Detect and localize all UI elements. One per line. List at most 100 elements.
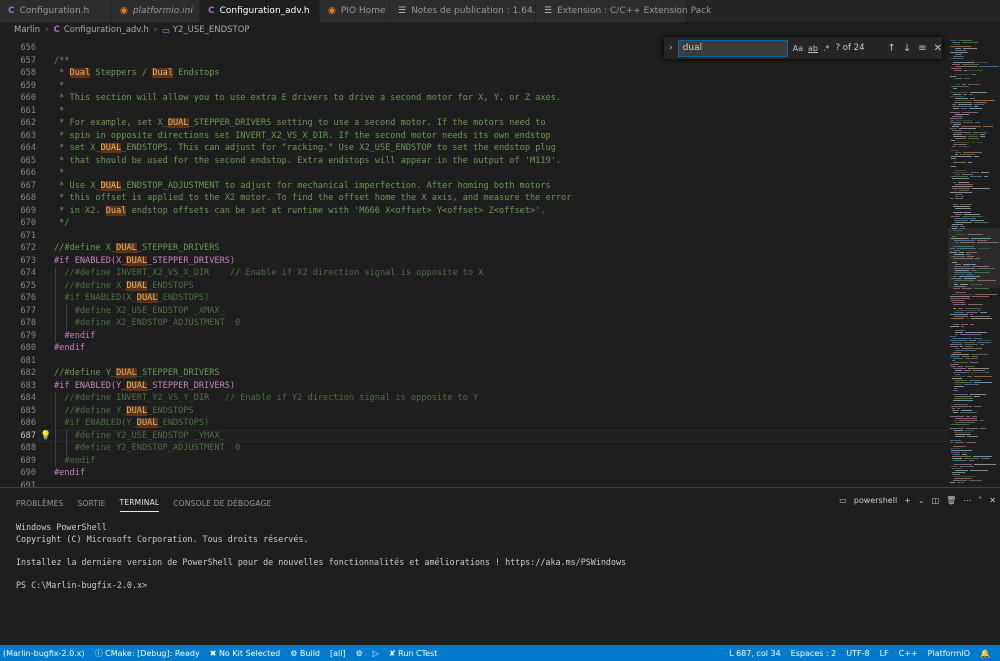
find-input[interactable] bbox=[677, 39, 788, 57]
line-number: 672 bbox=[20, 243, 36, 253]
breadcrumb-symbol[interactable]: Y2_USE_ENDSTOP bbox=[173, 25, 250, 35]
minimap-line bbox=[953, 394, 968, 395]
minimap-line bbox=[966, 318, 969, 319]
status-right-item-3[interactable]: LF bbox=[880, 649, 889, 658]
status-right-item-5[interactable]: PlatformIO bbox=[928, 649, 970, 658]
tab-1[interactable]: ◉ platformio.ini bbox=[112, 0, 200, 22]
minimap-line bbox=[955, 270, 969, 271]
panel-tab-1[interactable]: SORTIE bbox=[77, 495, 105, 512]
minimap-line bbox=[974, 156, 979, 157]
minimap-line bbox=[971, 238, 991, 239]
arrow-down-icon[interactable]: ↓ bbox=[903, 43, 911, 54]
line-number: 659 bbox=[20, 80, 36, 91]
chevron-up-icon[interactable]: ˄ bbox=[978, 496, 982, 505]
minimap-line bbox=[964, 370, 971, 371]
tab-5[interactable]: ☰ Extension : C/C++ Extension Pack bbox=[536, 0, 711, 22]
more-actions-icon[interactable]: ⋯ bbox=[963, 496, 971, 505]
line-number: 664 bbox=[20, 143, 36, 153]
panel-tab-2[interactable]: TERMINAL bbox=[119, 494, 160, 512]
use-regex-button[interactable]: .* bbox=[823, 44, 830, 53]
code-text: #endif bbox=[54, 455, 96, 466]
minimap-line bbox=[950, 122, 961, 123]
status-left-item-2[interactable]: ✖ No Kit Selected bbox=[210, 649, 281, 658]
minimap-line bbox=[953, 476, 975, 477]
minimap-line bbox=[951, 86, 969, 87]
minimap-line bbox=[953, 308, 956, 309]
status-left-item-5[interactable]: ⚙ bbox=[356, 649, 363, 658]
terminal-shell-name[interactable]: powershell bbox=[854, 496, 897, 505]
minimap-line bbox=[953, 212, 971, 213]
arrow-up-icon[interactable]: ↑ bbox=[887, 43, 895, 54]
tab-2[interactable]: CConfiguration_adv.h✕ bbox=[200, 0, 332, 22]
code-text: * Use X_DUAL_ENDSTOP_ADJUSTMENT to adjus… bbox=[54, 180, 551, 191]
minimap-line bbox=[955, 174, 960, 175]
status-right-item-0[interactable]: L 687, col 34 bbox=[729, 649, 781, 658]
tab-4[interactable]: ☰ Notes de publication : 1.64.0 bbox=[390, 0, 541, 22]
minimap-line bbox=[950, 356, 960, 357]
minimap-line bbox=[958, 308, 963, 309]
panel-tab-3[interactable]: CONSOLE DE DÉBOGAGE bbox=[173, 495, 271, 512]
find-match-count: ? of 24 bbox=[835, 43, 865, 53]
status-right-item-1[interactable]: Espaces : 2 bbox=[791, 649, 837, 658]
tab-0[interactable]: C Configuration.h bbox=[0, 0, 112, 22]
bottom-panel: PROBLÈMES SORTIE TERMINAL CONSOLE DE DÉBOGA… bbox=[0, 487, 1000, 646]
breadcrumb-folder[interactable]: Marlin bbox=[14, 25, 40, 35]
minimap-line bbox=[954, 386, 964, 387]
split-terminal-icon[interactable]: ◫ bbox=[932, 496, 940, 505]
match-case-button[interactable]: Aa bbox=[793, 44, 803, 53]
minimap-line bbox=[974, 464, 996, 465]
minimap-line bbox=[981, 458, 990, 459]
minimap-line bbox=[970, 324, 974, 325]
status-left-item-7[interactable]: ✘ Run CTest bbox=[389, 649, 437, 658]
search-match: Dual bbox=[69, 68, 91, 78]
lightbulb-icon[interactable]: 💡 bbox=[40, 430, 51, 443]
code-editor[interactable]: 656 657/** 658 * Dual Steppers / Dual Ends… bbox=[0, 38, 948, 487]
chevron-right-icon: › bbox=[153, 25, 158, 35]
toggle-replace-chevron-icon[interactable]: › bbox=[664, 43, 678, 53]
close-icon[interactable]: ✕ bbox=[934, 43, 942, 54]
minimap-line bbox=[973, 132, 987, 133]
minimap-line bbox=[953, 376, 965, 377]
breadcrumb-file[interactable]: Configuration_adv.h bbox=[64, 25, 149, 35]
minimap-line bbox=[962, 42, 978, 43]
status-right-item-2[interactable]: UTF-8 bbox=[846, 649, 869, 658]
code-line: 671 bbox=[0, 230, 948, 243]
minimap-line bbox=[972, 266, 989, 267]
minimap-line bbox=[953, 446, 966, 447]
trash-icon[interactable]: 🗑 bbox=[946, 496, 956, 505]
status-left-item-4[interactable]: [all] bbox=[330, 649, 346, 658]
minimap-line bbox=[953, 162, 966, 163]
status-left-item-0[interactable]: (Marlin-bugfix-2.0.x) bbox=[3, 649, 85, 658]
status-left-item-3[interactable]: ⚙ Build bbox=[290, 649, 320, 658]
new-terminal-icon[interactable]: + bbox=[904, 496, 911, 505]
status-left-item-6[interactable]: ▷ bbox=[373, 649, 379, 658]
panel-tab-0[interactable]: PROBLÈMES bbox=[16, 495, 63, 512]
minimap-line bbox=[954, 240, 975, 241]
minimap-line bbox=[977, 268, 995, 269]
notification-bell-icon[interactable]: 🔔 bbox=[980, 649, 990, 658]
code-line: 681 bbox=[0, 355, 948, 368]
minimap-line bbox=[962, 174, 973, 175]
find-in-selection-icon[interactable]: ≡ bbox=[918, 43, 926, 54]
code-line: 678 #define X2_ENDSTOP_ADJUSTMENT 0 bbox=[0, 317, 948, 330]
match-whole-word-button[interactable]: ab bbox=[808, 44, 818, 53]
code-line: 689 #endif bbox=[0, 455, 948, 468]
minimap-line bbox=[955, 208, 971, 209]
line-number: 686 bbox=[20, 418, 36, 428]
chevron-down-icon[interactable]: ⌄ bbox=[918, 496, 925, 505]
minimap-line bbox=[968, 304, 983, 305]
code-line: 673 #if ENABLED(X_DUAL_STEPPER_DRIVERS) bbox=[0, 255, 948, 268]
minimap-line bbox=[969, 380, 981, 381]
minimap-line bbox=[951, 256, 965, 257]
close-panel-icon[interactable]: ✕ bbox=[989, 496, 996, 505]
minimap-line bbox=[956, 120, 973, 121]
tab-3[interactable]: ◉ PIO Home bbox=[320, 0, 390, 22]
minimap-line bbox=[952, 172, 969, 173]
status-right-item-4[interactable]: C++ bbox=[899, 649, 918, 658]
minimap[interactable] bbox=[948, 38, 1000, 487]
minimap-line bbox=[955, 234, 966, 235]
status-left-item-1[interactable]: ⓘ CMake: [Debug]: Ready bbox=[95, 648, 200, 659]
terminal-output[interactable]: Windows PowerShell Copyright (C) Microsof… bbox=[16, 522, 626, 591]
minimap-line bbox=[974, 288, 989, 289]
minimap-line bbox=[960, 284, 968, 285]
